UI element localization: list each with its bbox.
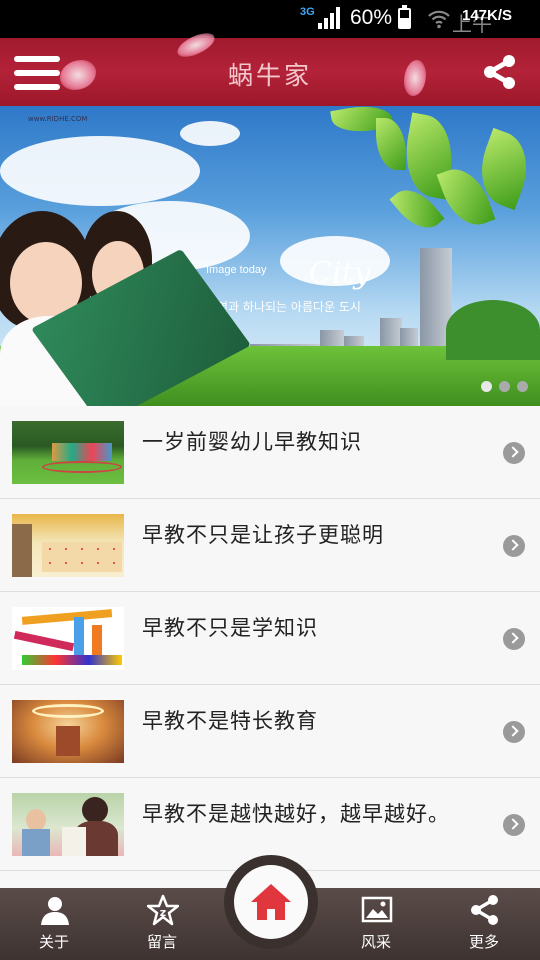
nav-message[interactable]: z 留言 (112, 888, 212, 960)
share-icon[interactable] (482, 54, 518, 90)
home-button-face (234, 865, 308, 939)
star-icon: z (147, 894, 179, 926)
list-item[interactable]: 早教不是特长教育 (0, 685, 540, 778)
cloud (180, 121, 240, 146)
banner-headline: City (309, 256, 371, 291)
carousel-dot[interactable] (517, 381, 528, 392)
playground-equipment (52, 443, 112, 461)
article-list: 一岁前婴幼儿早教知识 早教不只是让孩子更聪明 早教不只是学知识 早教不是特长教育 (0, 406, 540, 871)
carousel-dot[interactable] (499, 381, 510, 392)
article-title: 早教不只是让孩子更聪明 (142, 523, 384, 547)
thumbnail-building-blocks (12, 607, 124, 670)
mother-head (82, 797, 108, 823)
person (12, 524, 32, 577)
doorway (56, 726, 80, 756)
article-title: 早教不是特长教育 (142, 709, 318, 733)
chevron-right-icon (503, 628, 525, 650)
person-icon (41, 897, 69, 925)
list-item[interactable]: 早教不只是让孩子更聪明 (0, 499, 540, 592)
picture-icon (361, 896, 393, 923)
page-title: 蜗牛家 (227, 61, 312, 90)
block (74, 617, 84, 657)
nav-label: 更多 (468, 933, 499, 951)
child-body (62, 827, 86, 856)
network-speed: 147K/S (462, 7, 513, 24)
thumbnail-playground (12, 421, 124, 484)
network-type: 3G (300, 6, 315, 18)
nav-more[interactable]: 更多 (434, 888, 534, 960)
chevron-right-icon (503, 442, 525, 464)
signal-icon (318, 7, 342, 29)
nav-label: 关于 (38, 933, 69, 951)
article-title: 一岁前婴幼儿早教知识 (142, 430, 362, 454)
banner-subtitle: Image today (206, 264, 267, 276)
trees (446, 300, 540, 360)
carousel-dots (474, 377, 528, 396)
ceiling-light (32, 704, 104, 718)
leaf (376, 118, 406, 170)
cloud (0, 136, 200, 206)
children (42, 542, 122, 572)
list-item[interactable]: 一岁前婴幼儿早教知识 (0, 406, 540, 499)
nav-label: 风采 (360, 933, 391, 951)
battery-icon (398, 5, 411, 29)
nav-label: 留言 (146, 933, 177, 951)
home-button[interactable] (224, 855, 318, 949)
article-title: 早教不是越快越好，越早越好。 (142, 802, 450, 826)
child-body (22, 829, 50, 856)
wifi-icon (428, 10, 450, 29)
block (21, 609, 113, 625)
share-icon (471, 895, 498, 925)
nav-about[interactable]: 关于 (4, 888, 104, 960)
nav-gallery[interactable]: 风采 (326, 888, 426, 960)
thumbnail-classroom (12, 514, 124, 577)
block (13, 630, 75, 652)
banner-url-text: www.RIDHE.COM (28, 115, 88, 123)
svg-text:z: z (160, 906, 166, 919)
chevron-right-icon (503, 535, 525, 557)
child-head (26, 809, 46, 831)
thumbnail-hallway (12, 700, 124, 763)
app-header: 蜗牛家 (0, 29, 540, 106)
list-item[interactable]: 早教不只是学知识 (0, 592, 540, 685)
article-title: 早教不只是学知识 (142, 616, 318, 640)
battery-percent: 60% (350, 6, 393, 29)
carousel-dot[interactable] (481, 381, 492, 392)
chevron-right-icon (503, 814, 525, 836)
track (42, 461, 122, 473)
thumbnail-mother-child (12, 793, 124, 856)
hero-banner[interactable]: www.RIDHE.COM Image today City 자연과 하나되는 … (0, 106, 540, 406)
chevron-right-icon (503, 721, 525, 743)
home-icon (251, 884, 291, 920)
banner-caption: 자연과 하나되는 아름다운 도시 (206, 300, 361, 314)
status-bar: 3G 60% 上午10:51 147K/S (0, 0, 540, 59)
block (22, 655, 122, 665)
